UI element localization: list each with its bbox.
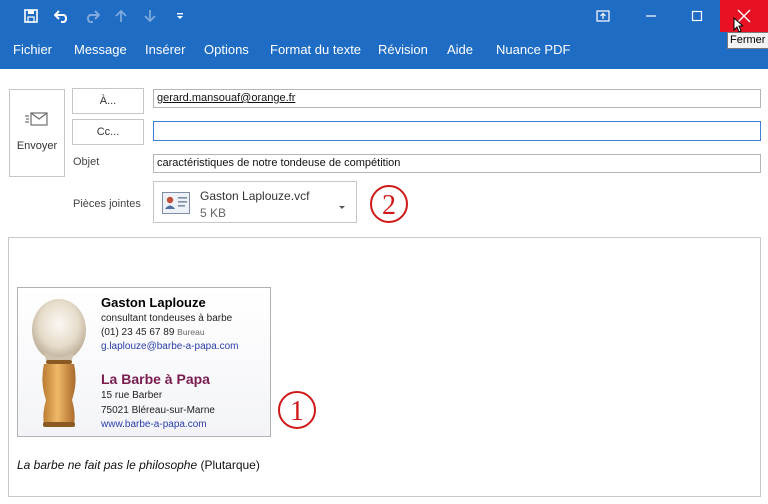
- title-bar: [0, 0, 768, 32]
- card-phone: (01) 23 45 67 89: [101, 327, 175, 338]
- tab-fichier[interactable]: Fichier: [13, 42, 52, 58]
- customize-toolbar-icon[interactable]: [170, 6, 190, 26]
- quote-author: (Plutarque): [197, 458, 260, 472]
- callout-one: 1: [278, 391, 316, 429]
- minimize-icon[interactable]: [628, 0, 674, 32]
- card-phone-row: (01) 23 45 67 89 Bureau: [101, 327, 205, 338]
- send-button[interactable]: Envoyer: [9, 89, 65, 177]
- attachments-label: Pièces jointes: [73, 198, 141, 210]
- callout-two: 2: [370, 185, 408, 223]
- arrow-down-icon[interactable]: [140, 6, 160, 26]
- tab-options[interactable]: Options: [204, 42, 249, 58]
- save-icon[interactable]: [21, 6, 41, 26]
- close-button[interactable]: [720, 0, 768, 32]
- shaving-brush-image: [22, 292, 94, 437]
- card-company: La Barbe à Papa: [101, 371, 210, 387]
- quote-line: La barbe ne fait pas le philosophe (Plut…: [17, 458, 260, 472]
- attachment-size: 5 KB: [200, 206, 227, 220]
- subject-label: Objet: [73, 156, 100, 168]
- tab-aide[interactable]: Aide: [447, 42, 473, 58]
- chevron-down-icon[interactable]: [338, 198, 346, 216]
- send-label: Envoyer: [16, 140, 58, 152]
- card-website[interactable]: www.barbe-a-papa.com: [101, 419, 207, 430]
- vcard-icon: [162, 192, 190, 219]
- ribbon-display-icon[interactable]: [580, 0, 626, 32]
- card-title: consultant tondeuses à barbe: [101, 313, 233, 324]
- card-phone-type: Bureau: [177, 327, 205, 337]
- to-button[interactable]: À...: [72, 88, 144, 114]
- arrow-up-icon[interactable]: [111, 6, 131, 26]
- card-city: 75021 Bléreau-sur-Marne: [101, 405, 215, 416]
- subject-field[interactable]: caractéristiques de notre tondeuse de co…: [153, 154, 761, 173]
- to-field[interactable]: gerard.mansouaf@orange.fr: [153, 89, 761, 108]
- business-card: Gaston Laplouze consultant tondeuses à b…: [17, 287, 271, 437]
- cc-button[interactable]: Cc...: [72, 119, 144, 145]
- tab-nuance-pdf[interactable]: Nuance PDF: [496, 42, 570, 58]
- tab-message[interactable]: Message: [74, 42, 127, 58]
- attachment-name: Gaston Laplouze.vcf: [200, 189, 310, 203]
- attachment-item[interactable]: Gaston Laplouze.vcf 5 KB: [153, 181, 357, 223]
- maximize-icon[interactable]: [674, 0, 720, 32]
- undo-icon[interactable]: [52, 6, 72, 26]
- card-street: 15 rue Barber: [101, 390, 163, 401]
- quote-text: La barbe ne fait pas le philosophe: [17, 458, 198, 472]
- send-icon: [25, 110, 49, 133]
- tab-revision[interactable]: Révision: [378, 42, 428, 58]
- cc-field[interactable]: [153, 121, 761, 141]
- redo-icon[interactable]: [82, 6, 102, 26]
- close-tooltip: Fermer: [727, 32, 768, 49]
- card-name: Gaston Laplouze: [101, 295, 206, 310]
- tab-inserer[interactable]: Insérer: [145, 42, 185, 58]
- tab-format-texte[interactable]: Format du texte: [270, 42, 361, 58]
- card-email[interactable]: g.laplouze@barbe-a-papa.com: [101, 341, 238, 352]
